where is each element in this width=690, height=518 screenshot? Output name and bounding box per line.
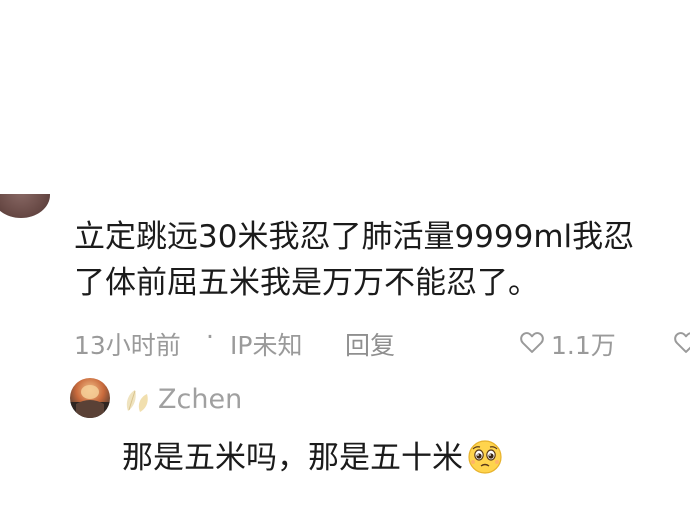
- comment-thread: 立定跳远30米我忍了肺活量9999ml我忍 了体前屈五米我是万万不能忍了。 13…: [0, 0, 690, 518]
- reply-text: 那是五米吗，那是五十米: [122, 440, 463, 476]
- pleading-face-emoji: [468, 440, 502, 474]
- comment-line-1: 立定跳远30米我忍了肺活量9999ml我忍: [74, 219, 635, 255]
- like-count: 1.1万: [551, 331, 616, 360]
- dislike-icon[interactable]: [672, 328, 690, 356]
- reply-username[interactable]: Zchen: [158, 384, 242, 415]
- previous-user-avatar[interactable]: [0, 194, 50, 218]
- comment-line-2: 了体前屈五米我是万万不能忍了。: [74, 265, 539, 301]
- leaf-badge-icon: [126, 390, 148, 412]
- avatar-image-icon: [70, 385, 110, 418]
- meta-separator: ·: [206, 322, 214, 351]
- comment-meta-bar: 13小时前 · IP未知 回复 1.1万: [0, 322, 690, 362]
- heart-outline-icon[interactable]: [518, 328, 546, 356]
- reply-button[interactable]: 回复: [345, 326, 395, 362]
- ip-location: IP未知: [230, 331, 303, 360]
- comment-body: 立定跳远30米我忍了肺活量9999ml我忍 了体前屈五米我是万万不能忍了。: [74, 214, 690, 306]
- reply-body: 那是五米吗，那是五十米: [122, 432, 505, 477]
- comment-timestamp: 13小时前: [74, 331, 181, 360]
- reply-user-avatar[interactable]: [70, 378, 110, 418]
